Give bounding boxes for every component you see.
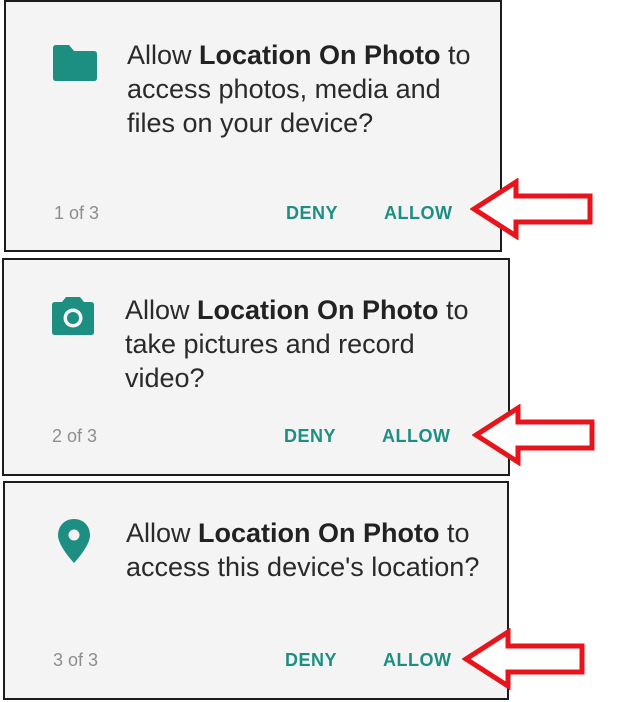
allow-button[interactable]: ALLOW [382,426,450,447]
permission-message: Allow Location On Photo to take pictures… [125,295,469,393]
permission-dialog-location: Allow Location On Photo to access this d… [3,481,509,700]
deny-button[interactable]: DENY [285,650,337,671]
red-outline-left-arrow-icon [472,404,596,466]
permission-counter: 3 of 3 [53,650,99,670]
red-outline-left-arrow-icon [462,628,586,690]
folder-icon [49,40,101,88]
permission-counter: 1 of 3 [54,203,100,223]
camera-icon [47,294,99,342]
permission-counter: 2 of 3 [52,426,98,446]
location-pin-icon [48,517,100,565]
red-outline-left-arrow-icon [470,178,594,240]
permission-message: Allow Location On Photo to access photos… [127,40,471,138]
app-name: Location On Photo [199,40,441,70]
app-name: Location On Photo [197,295,439,325]
app-name: Location On Photo [198,518,440,548]
deny-button[interactable]: DENY [286,203,338,224]
deny-button[interactable]: DENY [284,426,336,447]
permission-message: Allow Location On Photo to access this d… [126,518,480,582]
allow-button[interactable]: ALLOW [384,203,452,224]
allow-button[interactable]: ALLOW [383,650,451,671]
permission-dialog-storage: Allow Location On Photo to access photos… [4,0,502,252]
permission-dialog-camera: Allow Location On Photo to take pictures… [2,258,510,476]
